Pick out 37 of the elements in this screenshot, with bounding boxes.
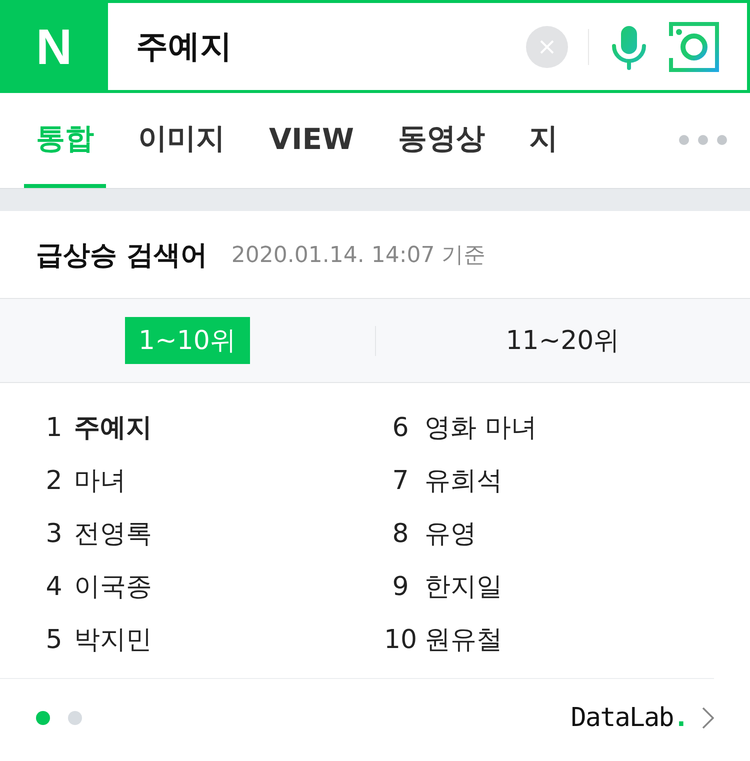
rank-number: 8	[391, 518, 410, 548]
chevron-right-icon[interactable]	[702, 707, 714, 729]
keyword-link[interactable]: 마녀	[74, 463, 126, 498]
clear-button[interactable]	[526, 26, 568, 68]
rank-number: 1	[44, 412, 64, 442]
keyword-link[interactable]: 한지일	[424, 569, 502, 604]
keyword-link[interactable]: 주예지	[74, 410, 152, 445]
datalab-link[interactable]: DataLab.	[570, 703, 688, 733]
keyword-link[interactable]: 유희석	[424, 463, 502, 498]
page-dot[interactable]	[68, 711, 82, 725]
rank-number: 4	[44, 572, 64, 602]
camera-lens-icon[interactable]	[669, 22, 719, 72]
keyword-link[interactable]: 이국종	[74, 569, 152, 604]
search-tab[interactable]: VIEW	[257, 93, 366, 188]
page-dot[interactable]	[36, 711, 50, 725]
keyword-link[interactable]: 전영록	[74, 516, 152, 551]
close-icon	[538, 38, 556, 56]
keyword-link[interactable]: 박지민	[74, 622, 152, 657]
rank-number: 7	[391, 466, 410, 496]
keyword-link[interactable]: 원유철	[424, 622, 502, 657]
keyword-link[interactable]: 영화 마녀	[424, 410, 537, 445]
rank-number: 3	[44, 518, 64, 548]
rank-number: 10	[382, 624, 418, 654]
search-tab[interactable]: 동영상	[386, 93, 498, 188]
rank-number: 9	[391, 572, 410, 602]
more-icon[interactable]	[678, 134, 728, 146]
rank-number: 2	[44, 466, 64, 496]
search-query[interactable]: 주예지	[136, 24, 506, 68]
rank-number: 6	[391, 412, 410, 442]
search-tab[interactable]: 지	[517, 93, 570, 188]
section-title: 급상승 검색어	[36, 238, 208, 272]
microphone-icon[interactable]	[609, 24, 649, 70]
search-tab[interactable]: 이미지	[126, 93, 237, 188]
keyword-link[interactable]: 유영	[424, 516, 476, 551]
rank-number: 5	[44, 624, 64, 654]
rank-range-tab[interactable]: 11~20위	[492, 317, 634, 364]
timestamp: 2020.01.14. 14:07 기준	[231, 242, 486, 270]
